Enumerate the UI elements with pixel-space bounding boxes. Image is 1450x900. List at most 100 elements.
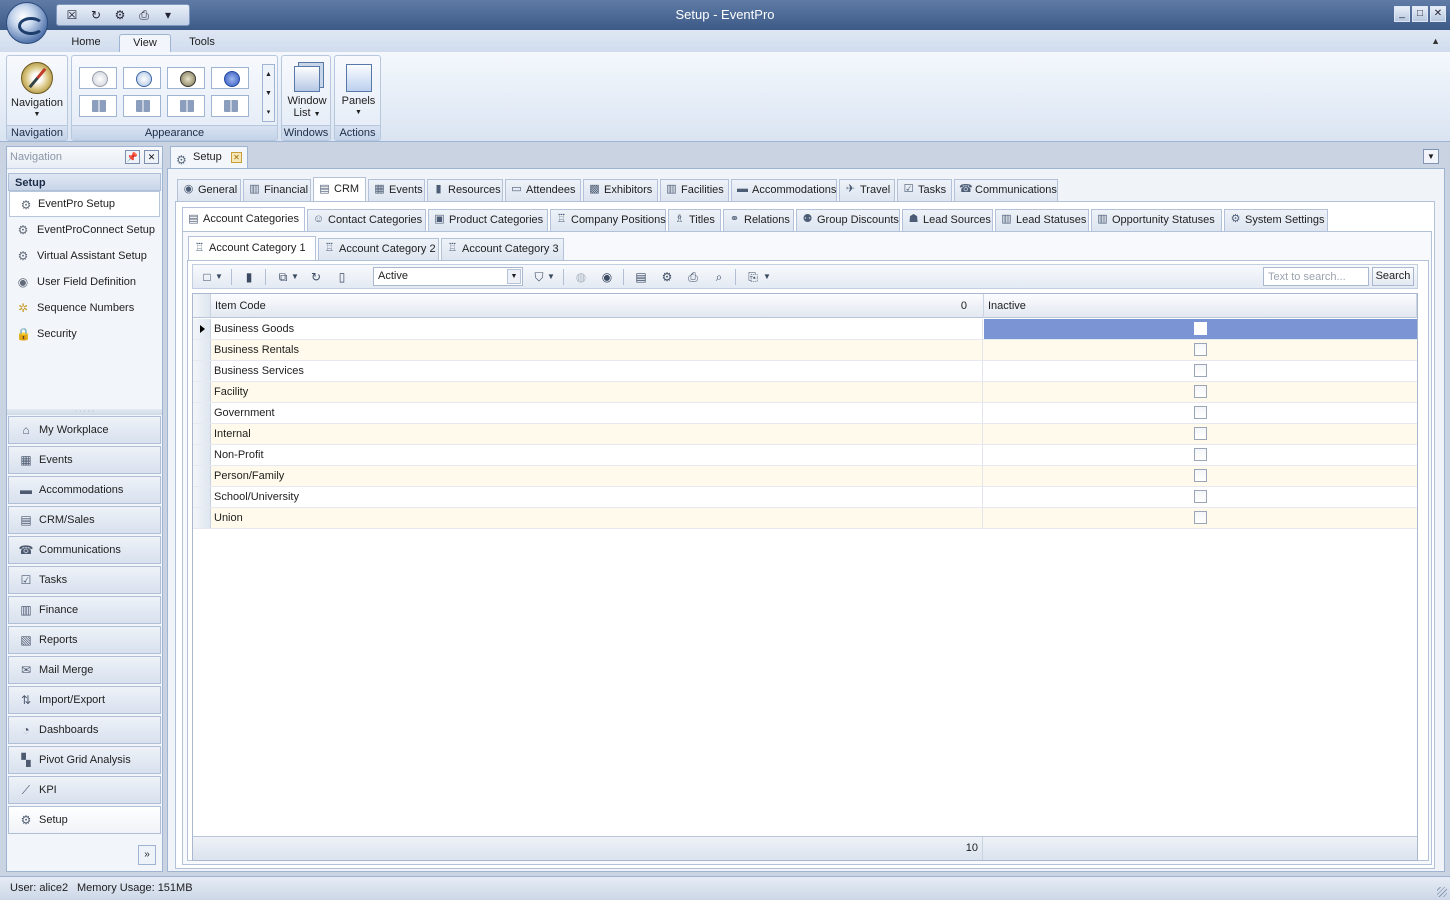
notes-icon[interactable]: ▤ bbox=[631, 268, 651, 286]
tab-relations[interactable]: ⚭ Relations bbox=[723, 209, 794, 231]
item-code-cell[interactable]: Facility bbox=[211, 382, 983, 402]
item-code-cell[interactable]: Internal bbox=[211, 424, 983, 444]
item-code-cell[interactable]: Person/Family bbox=[211, 466, 983, 486]
row-indicator[interactable] bbox=[193, 508, 211, 528]
row-indicator[interactable] bbox=[193, 340, 211, 360]
inactive-checkbox[interactable] bbox=[1194, 490, 1207, 503]
setup-item-sequence-numbers[interactable]: ✲ Sequence Numbers bbox=[7, 295, 162, 321]
style-blue-button[interactable] bbox=[123, 67, 161, 89]
delete-icon[interactable]: ▮ bbox=[239, 268, 259, 286]
item-code-cell[interactable]: Union bbox=[211, 508, 983, 528]
maximize-button[interactable]: □ bbox=[1412, 6, 1428, 22]
row-indicator[interactable] bbox=[193, 466, 211, 486]
inactive-cell[interactable] bbox=[984, 445, 1417, 465]
inactive-checkbox[interactable] bbox=[1194, 343, 1207, 356]
copy-dropdown-icon[interactable]: ▼ bbox=[289, 268, 301, 286]
tab-accommodations[interactable]: ▬ Accommodations bbox=[731, 179, 837, 201]
item-code-cell[interactable]: School/University bbox=[211, 487, 983, 507]
inactive-checkbox[interactable] bbox=[1194, 448, 1207, 461]
table-row[interactable]: Internal bbox=[193, 424, 1417, 445]
item-code-cell[interactable]: Business Rentals bbox=[211, 340, 983, 360]
style-silver-button[interactable] bbox=[79, 67, 117, 89]
setup-item-virtual-assistant-setup[interactable]: ⚙ Virtual Assistant Setup bbox=[7, 243, 162, 269]
export-icon[interactable]: ⎘ bbox=[743, 268, 763, 286]
export-dropdown-icon[interactable]: ▼ bbox=[761, 268, 773, 286]
inactive-cell[interactable] bbox=[984, 340, 1417, 360]
ribbon-tab-view[interactable]: View bbox=[119, 34, 171, 52]
tab-general[interactable]: ◉ General bbox=[177, 179, 241, 201]
nav-crm-sales[interactable]: ▤ CRM/Sales bbox=[8, 506, 161, 534]
nav-tasks[interactable]: ☑ Tasks bbox=[8, 566, 161, 594]
column-header-inactive[interactable]: Inactive bbox=[984, 294, 1417, 318]
chevron-expand-icon[interactable]: » bbox=[138, 845, 156, 865]
table-row[interactable]: Business Services bbox=[193, 361, 1417, 382]
tab-opportunity-statuses[interactable]: ▥ Opportunity Statuses bbox=[1091, 209, 1222, 231]
document-tab-setup[interactable]: ⚙ Setup ✕ bbox=[170, 146, 248, 168]
inactive-checkbox[interactable] bbox=[1194, 469, 1207, 482]
table-row[interactable]: Facility bbox=[193, 382, 1417, 403]
current-row-indicator[interactable] bbox=[193, 319, 211, 339]
setup-item-eventproconnect-setup[interactable]: ⚙ EventProConnect Setup bbox=[7, 217, 162, 243]
inactive-checkbox[interactable] bbox=[1194, 406, 1207, 419]
window-list-button[interactable]: Window List ▼ bbox=[284, 58, 330, 121]
layout-2-button[interactable] bbox=[123, 95, 161, 117]
nav-mail-merge[interactable]: ✉ Mail Merge bbox=[8, 656, 161, 684]
status-filter-select[interactable]: Active ▼ bbox=[373, 267, 523, 286]
tab-account-category-1[interactable]: ♖ Account Category 1 bbox=[188, 236, 316, 260]
table-row[interactable]: Union bbox=[193, 508, 1417, 529]
tab-contact-categories[interactable]: ☺ Contact Categories bbox=[307, 209, 426, 231]
tab-crm[interactable]: ▤ CRM bbox=[313, 177, 366, 201]
print-icon[interactable]: ⎙ bbox=[683, 268, 703, 286]
inactive-cell[interactable] bbox=[984, 319, 1417, 339]
row-indicator[interactable] bbox=[193, 403, 211, 423]
tab-attendees[interactable]: ▭ Attendees bbox=[505, 179, 581, 201]
document-list-dropdown-icon[interactable]: ▼ bbox=[1423, 149, 1439, 164]
inactive-cell[interactable] bbox=[984, 424, 1417, 444]
tab-lead-statuses[interactable]: ▥ Lead Statuses bbox=[995, 209, 1089, 231]
item-code-cell[interactable]: Non-Profit bbox=[211, 445, 983, 465]
application-menu-button[interactable] bbox=[6, 2, 48, 44]
inactive-checkbox[interactable] bbox=[1194, 364, 1207, 377]
tab-account-categories[interactable]: ▤ Account Categories bbox=[182, 207, 305, 231]
tab-titles[interactable]: ♗ Titles bbox=[668, 209, 721, 231]
row-indicator[interactable] bbox=[193, 382, 211, 402]
style-black-button[interactable] bbox=[167, 67, 205, 89]
history-icon[interactable]: ◉ bbox=[597, 268, 617, 286]
ribbon-tab-home[interactable]: Home bbox=[62, 34, 110, 52]
tab-product-categories[interactable]: ▣ Product Categories bbox=[428, 209, 548, 231]
tab-account-category-3[interactable]: ♖ Account Category 3 bbox=[441, 238, 564, 260]
search-button[interactable]: Search bbox=[1372, 267, 1414, 286]
nav-communications[interactable]: ☎ Communications bbox=[8, 536, 161, 564]
tab-group-discounts[interactable]: ⚉ Group Discounts bbox=[796, 209, 900, 231]
tab-resources[interactable]: ▮ Resources bbox=[427, 179, 503, 201]
item-code-cell[interactable]: Government bbox=[211, 403, 983, 423]
ribbon-tab-tools[interactable]: Tools bbox=[180, 34, 224, 52]
tab-company-positions[interactable]: ♖ Company Positions bbox=[550, 209, 666, 231]
row-indicator[interactable] bbox=[193, 424, 211, 444]
tab-tasks[interactable]: ☑ Tasks bbox=[897, 179, 952, 201]
nav-import-export[interactable]: ⇅ Import/Export bbox=[8, 686, 161, 714]
table-row[interactable]: Person/Family bbox=[193, 466, 1417, 487]
nav-pivot-grid-analysis[interactable]: ▚ Pivot Grid Analysis bbox=[8, 746, 161, 774]
table-row[interactable]: Business Goods bbox=[193, 319, 1417, 340]
setup-item-security[interactable]: 🔒 Security bbox=[7, 321, 162, 347]
close-tab-icon[interactable]: ✕ bbox=[231, 152, 242, 163]
nav-reports[interactable]: ▧ Reports bbox=[8, 626, 161, 654]
layout-3-button[interactable] bbox=[167, 95, 205, 117]
tab-travel[interactable]: ✈ Travel bbox=[839, 179, 895, 201]
nav-finance[interactable]: ▥ Finance bbox=[8, 596, 161, 624]
gallery-scroll[interactable]: ▲ ▼ ▾ bbox=[262, 64, 275, 122]
resize-grip[interactable] bbox=[1437, 887, 1447, 897]
inactive-cell[interactable] bbox=[984, 508, 1417, 528]
filter-dropdown-icon[interactable]: ▼ bbox=[545, 268, 557, 286]
nav-dashboards[interactable]: ◔ Dashboards bbox=[8, 716, 161, 744]
navigation-button[interactable]: Navigation ▼ bbox=[9, 58, 65, 121]
inactive-checkbox[interactable] bbox=[1194, 427, 1207, 440]
tab-system-settings[interactable]: ⚙ System Settings bbox=[1224, 209, 1328, 231]
tab-facilities[interactable]: ▥ Facilities bbox=[660, 179, 729, 201]
table-row[interactable]: School/University bbox=[193, 487, 1417, 508]
layout-1-button[interactable] bbox=[79, 95, 117, 117]
item-code-cell[interactable]: Business Goods bbox=[211, 319, 983, 339]
inactive-cell[interactable] bbox=[984, 361, 1417, 381]
ribbon-collapse-icon[interactable]: ▲ bbox=[1431, 36, 1440, 46]
